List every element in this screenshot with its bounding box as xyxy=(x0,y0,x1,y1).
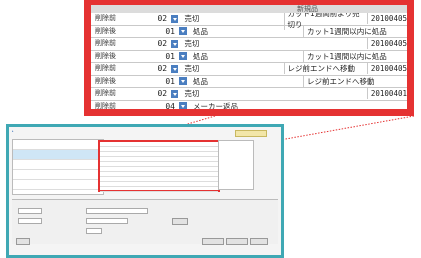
top-action-button[interactable] xyxy=(235,130,267,137)
breadcrumb: ▸ xyxy=(12,129,14,133)
app-window-body: ▸ xyxy=(9,127,281,255)
text-field[interactable] xyxy=(86,228,102,234)
select-field[interactable] xyxy=(18,208,42,214)
action-button-2[interactable] xyxy=(226,238,248,245)
table-row[interactable] xyxy=(13,170,103,180)
text-field[interactable] xyxy=(86,218,128,224)
bottom-form-panel xyxy=(12,199,278,245)
select-field[interactable] xyxy=(18,218,42,224)
table-row[interactable] xyxy=(13,150,103,160)
search-button[interactable] xyxy=(172,218,188,225)
app-window-thumbnail: ▸ xyxy=(6,124,284,258)
action-button-1[interactable] xyxy=(202,238,224,245)
back-button[interactable] xyxy=(16,238,30,245)
left-list-table xyxy=(12,139,104,195)
highlighted-region xyxy=(98,140,220,192)
action-button-3[interactable] xyxy=(250,238,268,245)
table-row[interactable] xyxy=(13,180,103,190)
right-detail-table xyxy=(218,140,254,190)
select-field[interactable] xyxy=(86,208,148,214)
table-row[interactable] xyxy=(13,160,103,170)
table-row xyxy=(100,187,218,192)
table-row[interactable] xyxy=(13,140,103,150)
